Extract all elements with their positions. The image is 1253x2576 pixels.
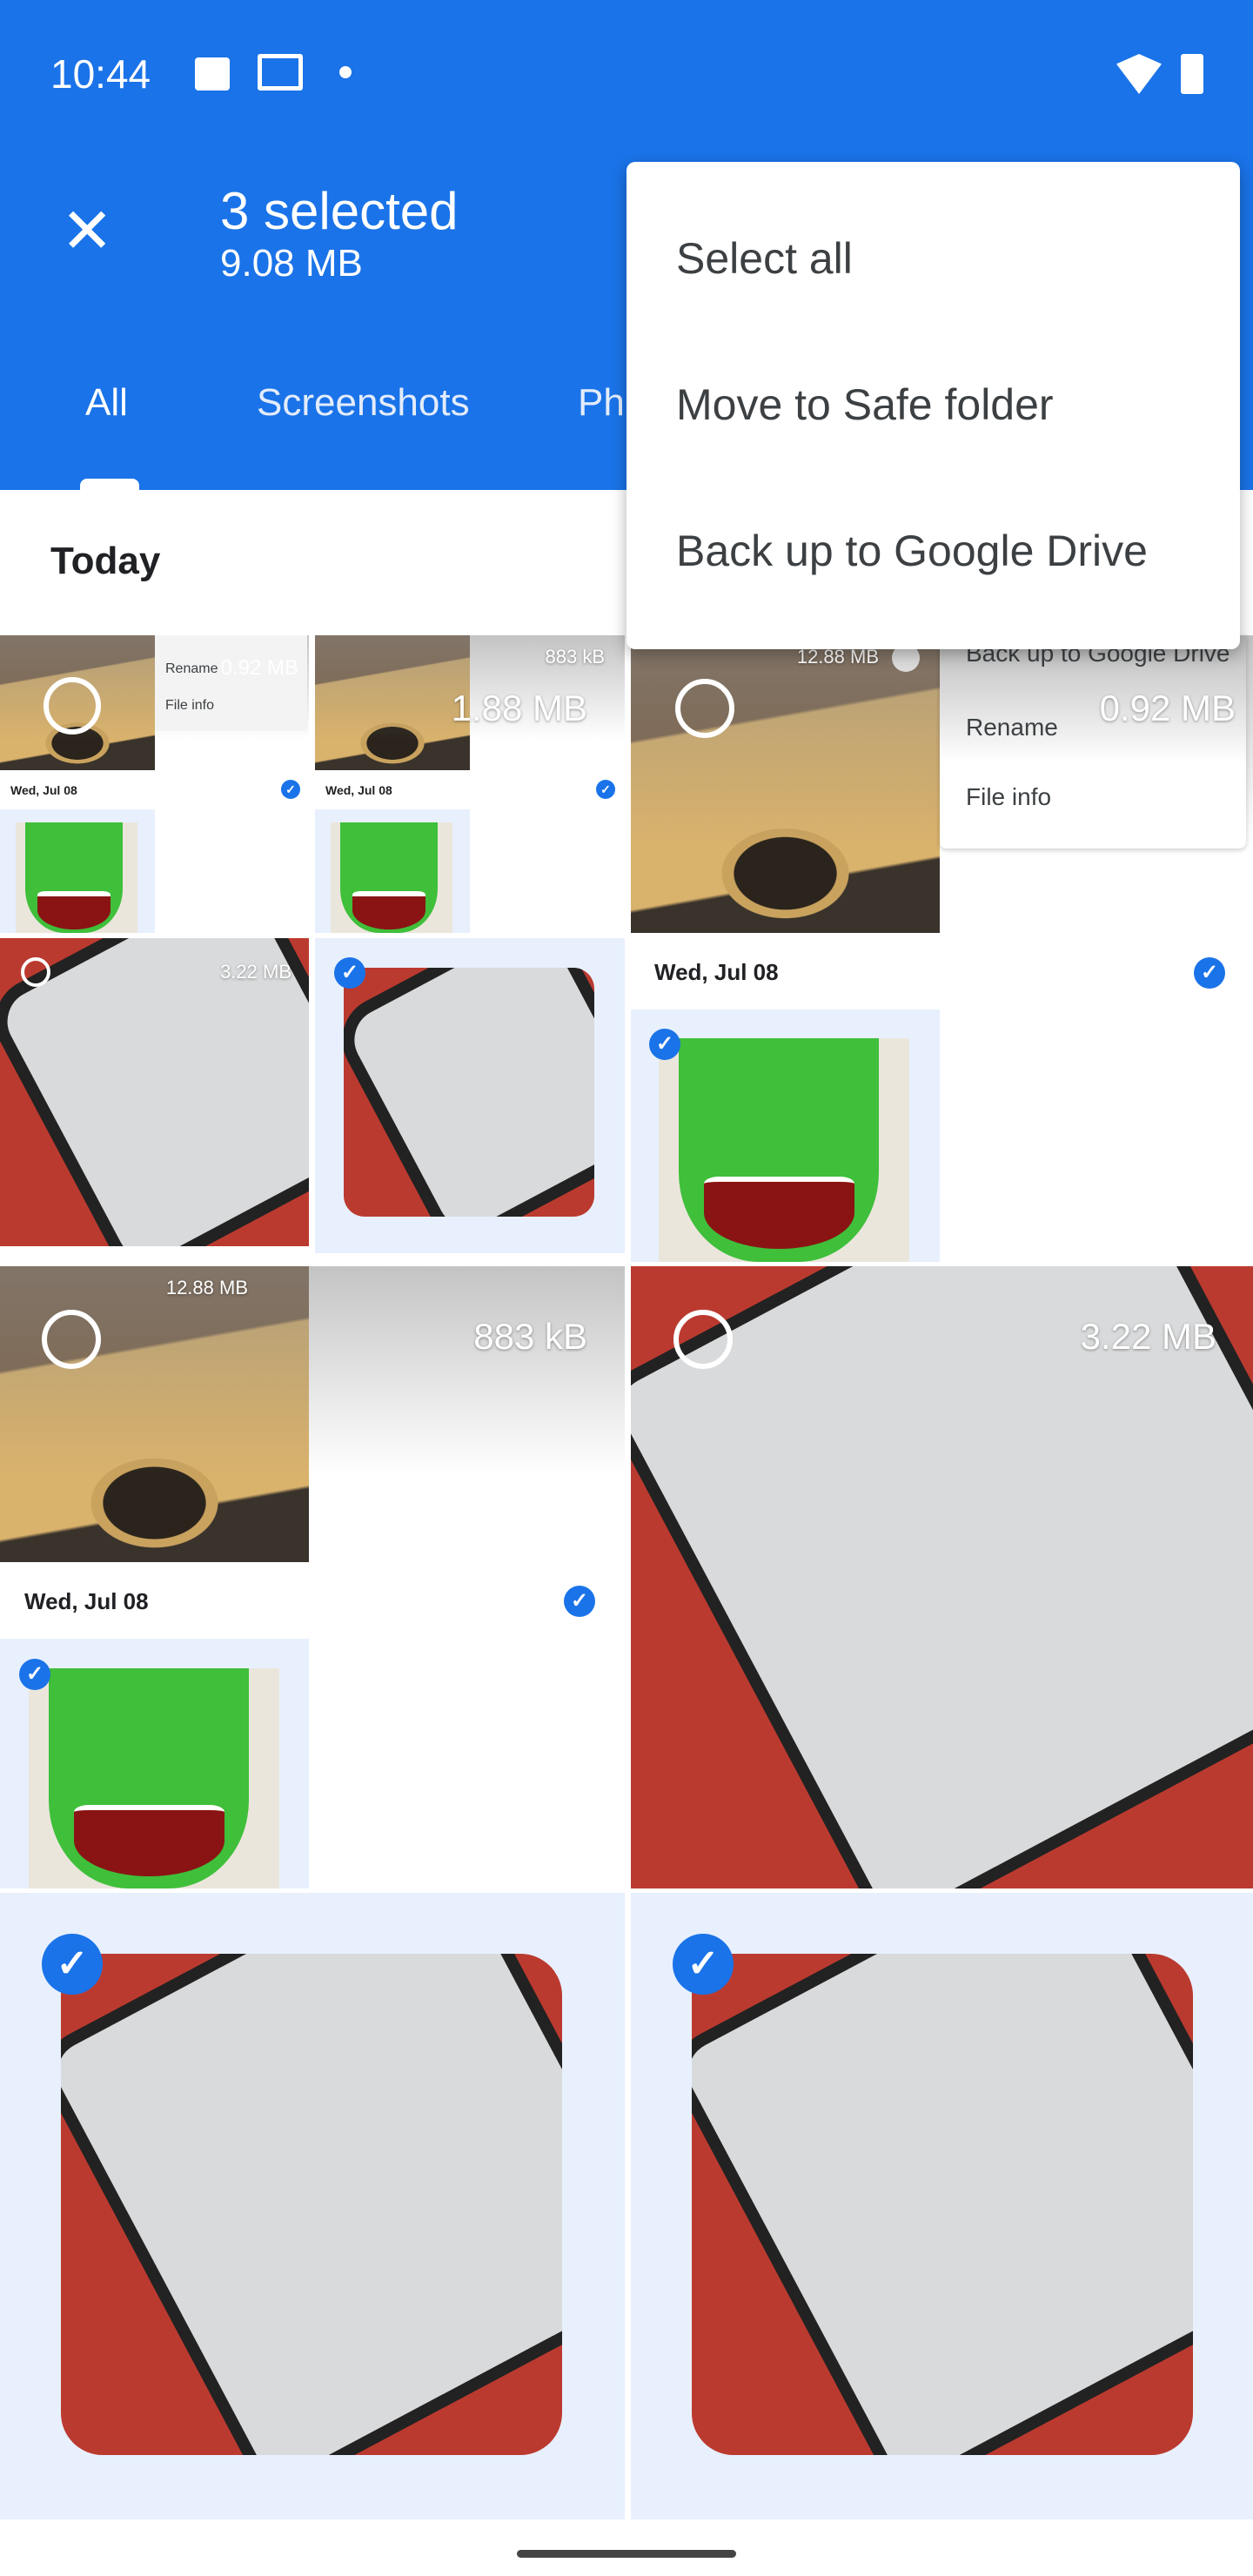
file-size: 1.88 MB: [451, 688, 587, 728]
check-icon[interactable]: ✓: [19, 1659, 50, 1690]
gmail-icon: [258, 54, 303, 91]
date-label: Wed, Jul 08: [24, 1588, 149, 1614]
battery-icon: [1181, 54, 1203, 94]
tab-all[interactable]: All: [85, 381, 128, 425]
check-icon[interactable]: ✓: [1194, 957, 1225, 989]
select-circle[interactable]: [675, 679, 734, 738]
date-label: Wed, Jul 08: [10, 783, 77, 797]
file-size: 883 kB: [473, 1316, 587, 1357]
check-icon[interactable]: ✓: [564, 1586, 595, 1617]
thumbnail-phone[interactable]: [692, 1954, 1193, 2455]
menu-fragment: Rename File info 0.92 MB: [155, 635, 307, 731]
tab-photos[interactable]: Ph: [578, 381, 625, 425]
file-size: 883 kB: [545, 646, 606, 667]
file-size: 12.88 MB: [165, 1277, 248, 1298]
menu-fragment-file-info: File info: [165, 698, 215, 713]
check-icon[interactable]: ✓: [649, 1029, 680, 1060]
status-time: 10:44: [50, 51, 151, 97]
thumbnail-dino[interactable]: [29, 1668, 279, 1888]
thumbnail-dino[interactable]: [16, 822, 137, 933]
selection-size: 9.08 MB: [220, 242, 363, 285]
thumbnail-phone[interactable]: [0, 938, 309, 1246]
check-icon[interactable]: ✓: [596, 780, 615, 799]
dot-icon: [339, 66, 352, 78]
tab-indicator: [80, 479, 139, 490]
thumbnail-overlay: [0, 1266, 625, 1475]
overflow-menu: Select all Move to Safe folder Back up t…: [626, 162, 1240, 649]
menu-fragment-rename: Rename: [966, 714, 1058, 741]
date-label: Wed, Jul 08: [654, 959, 779, 985]
wifi-icon: [1116, 54, 1162, 94]
check-icon[interactable]: ✓: [334, 957, 365, 989]
selection-title: 3 selected: [220, 182, 459, 240]
thumbnail-dino[interactable]: [659, 1038, 909, 1262]
menu-item-back-up-to-drive[interactable]: Back up to Google Drive: [676, 526, 1148, 576]
select-circle[interactable]: [42, 1310, 101, 1369]
close-button[interactable]: ✕: [61, 200, 113, 263]
file-size: 0.92 MB: [220, 656, 298, 680]
select-circle[interactable]: [673, 1310, 733, 1369]
select-circle[interactable]: [44, 677, 101, 735]
check-icon[interactable]: ✓: [281, 780, 300, 799]
gesture-nav-handle[interactable]: [517, 2550, 736, 2558]
file-size: 3.22 MB: [1080, 1316, 1216, 1357]
check-icon[interactable]: ✓: [673, 1934, 734, 1995]
date-label: Wed, Jul 08: [325, 783, 392, 797]
thumbnail-phone[interactable]: [61, 1954, 562, 2455]
section-header-today: Today: [50, 540, 161, 582]
menu-item-move-to-safe-folder[interactable]: Move to Safe folder: [676, 379, 1054, 430]
check-icon[interactable]: ✓: [42, 1934, 103, 1995]
menu-fragment-rename: Rename: [165, 661, 218, 676]
menu-item-select-all[interactable]: Select all: [676, 233, 853, 284]
thumbnail-phone[interactable]: [344, 968, 594, 1217]
tab-screenshots[interactable]: Screenshots: [257, 381, 470, 425]
select-circle[interactable]: [21, 957, 50, 987]
file-size: 3.22 MB: [220, 961, 291, 983]
thumbnail-dino[interactable]: [331, 822, 452, 933]
image-icon: [195, 57, 230, 91]
menu-fragment: Back up to Google Drive Rename File info…: [940, 635, 1246, 849]
file-size: 0.92 MB: [1099, 688, 1236, 728]
menu-fragment-file-info: File info: [966, 783, 1052, 810]
